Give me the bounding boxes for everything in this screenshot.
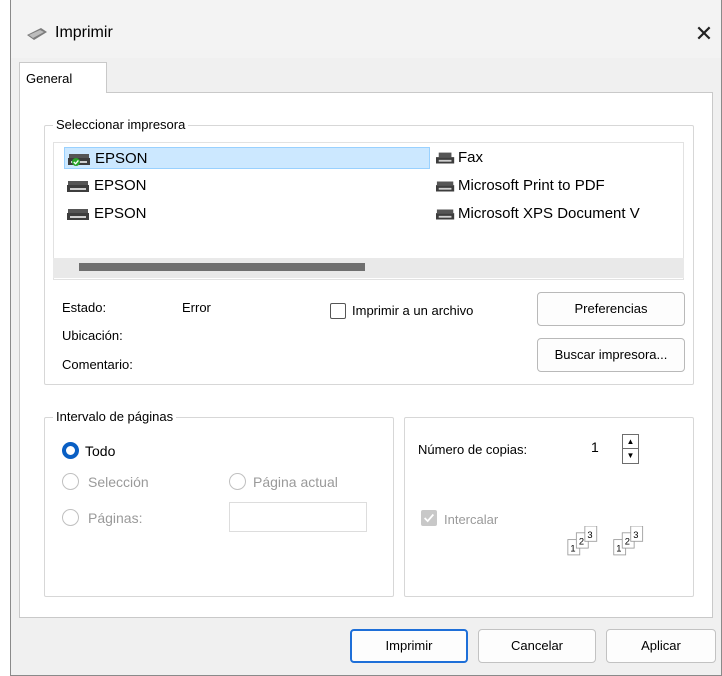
select-printer-group-label: Seleccionar impresora <box>53 117 189 132</box>
svg-text:3: 3 <box>587 530 592 540</box>
printer-item-epson-2[interactable]: EPSON <box>64 175 430 197</box>
all-pages-label[interactable]: Todo <box>85 443 115 459</box>
current-page-radio[interactable] <box>229 473 246 490</box>
close-button[interactable]: ✕ <box>687 18 721 52</box>
spin-up-button[interactable]: ▲ <box>623 435 638 449</box>
apply-button[interactable]: Aplicar <box>606 629 716 663</box>
pages-label[interactable]: Páginas: <box>88 510 142 526</box>
pages-radio[interactable] <box>62 509 79 526</box>
fax-icon <box>436 152 455 164</box>
number-of-copies-label: Número de copias: <box>418 442 528 457</box>
svg-text:1: 1 <box>616 544 621 554</box>
svg-text:2: 2 <box>625 537 630 547</box>
collate-checkbox[interactable] <box>421 510 437 526</box>
spin-down-button[interactable]: ▼ <box>623 449 638 463</box>
print-button-label: Imprimir <box>385 638 433 653</box>
printer-name: Microsoft XPS Document V <box>458 205 640 222</box>
current-page-label[interactable]: Página actual <box>253 474 338 490</box>
tab-general[interactable]: General <box>19 62 107 93</box>
selection-label[interactable]: Selección <box>88 474 149 490</box>
collate-pages-icon: 123 123 <box>567 526 644 556</box>
printer-name: EPSON <box>94 177 147 194</box>
printer-item-epson-1[interactable]: EPSON <box>64 147 430 169</box>
scrollbar-thumb[interactable] <box>79 263 365 271</box>
printer-icon <box>436 181 455 192</box>
collate-label[interactable]: Intercalar <box>444 512 498 527</box>
apply-button-label: Aplicar <box>641 638 681 653</box>
printer-name: Fax <box>458 149 484 166</box>
all-pages-radio[interactable] <box>62 442 79 459</box>
checkmark-icon <box>424 513 435 523</box>
printer-item-microsoft-xps[interactable]: Microsoft XPS Document V <box>434 203 684 225</box>
printer-icon <box>67 181 89 192</box>
number-of-copies-input[interactable]: 1 <box>586 436 620 461</box>
printer-item-epson-3[interactable]: EPSON <box>64 203 430 225</box>
svg-text:3: 3 <box>633 530 638 540</box>
comment-label: Comentario: <box>62 357 133 372</box>
location-label: Ubicación: <box>62 328 123 343</box>
print-to-file-label[interactable]: Imprimir a un archivo <box>352 303 473 318</box>
printer-list-scrollbar[interactable] <box>53 258 684 278</box>
page-range-group-label: Intervalo de páginas <box>53 409 177 424</box>
dialog-title: Imprimir <box>55 24 113 41</box>
cancel-button-label: Cancelar <box>510 638 564 653</box>
number-of-copies-value: 1 <box>591 439 599 455</box>
printer-item-fax[interactable]: Fax <box>434 147 684 169</box>
printer-item-microsoft-print-to-pdf[interactable]: Microsoft Print to PDF <box>434 175 684 197</box>
tab-general-label: General <box>26 71 73 86</box>
print-button[interactable]: Imprimir <box>350 629 468 663</box>
close-icon: ✕ <box>694 21 714 46</box>
preferences-button[interactable]: Preferencias <box>537 292 685 326</box>
printer-name: Microsoft Print to PDF <box>458 177 605 194</box>
svg-text:2: 2 <box>579 537 584 547</box>
printer-icon <box>67 209 89 220</box>
printer-icon <box>27 28 47 40</box>
cancel-button[interactable]: Cancelar <box>478 629 596 663</box>
triangle-up-icon: ▲ <box>626 437 635 446</box>
triangle-down-icon: ▼ <box>626 451 635 460</box>
title-bar: Imprimir ✕ <box>11 0 721 58</box>
find-printer-button[interactable]: Buscar impresora... <box>537 338 685 372</box>
selection-radio[interactable] <box>62 473 79 490</box>
printer-name: EPSON <box>95 150 148 167</box>
status-value: Error <box>182 300 211 315</box>
status-label: Estado: <box>62 300 107 315</box>
printer-icon <box>436 209 455 220</box>
copies-spinner[interactable]: ▲ ▼ <box>622 434 639 464</box>
svg-text:1: 1 <box>570 544 575 554</box>
find-printer-button-label: Buscar impresora... <box>554 347 668 362</box>
printer-name: EPSON <box>94 205 147 222</box>
print-to-file-checkbox[interactable] <box>330 303 346 319</box>
pages-input[interactable] <box>229 502 367 532</box>
preferences-button-label: Preferencias <box>574 301 648 316</box>
printer-icon <box>68 154 90 166</box>
